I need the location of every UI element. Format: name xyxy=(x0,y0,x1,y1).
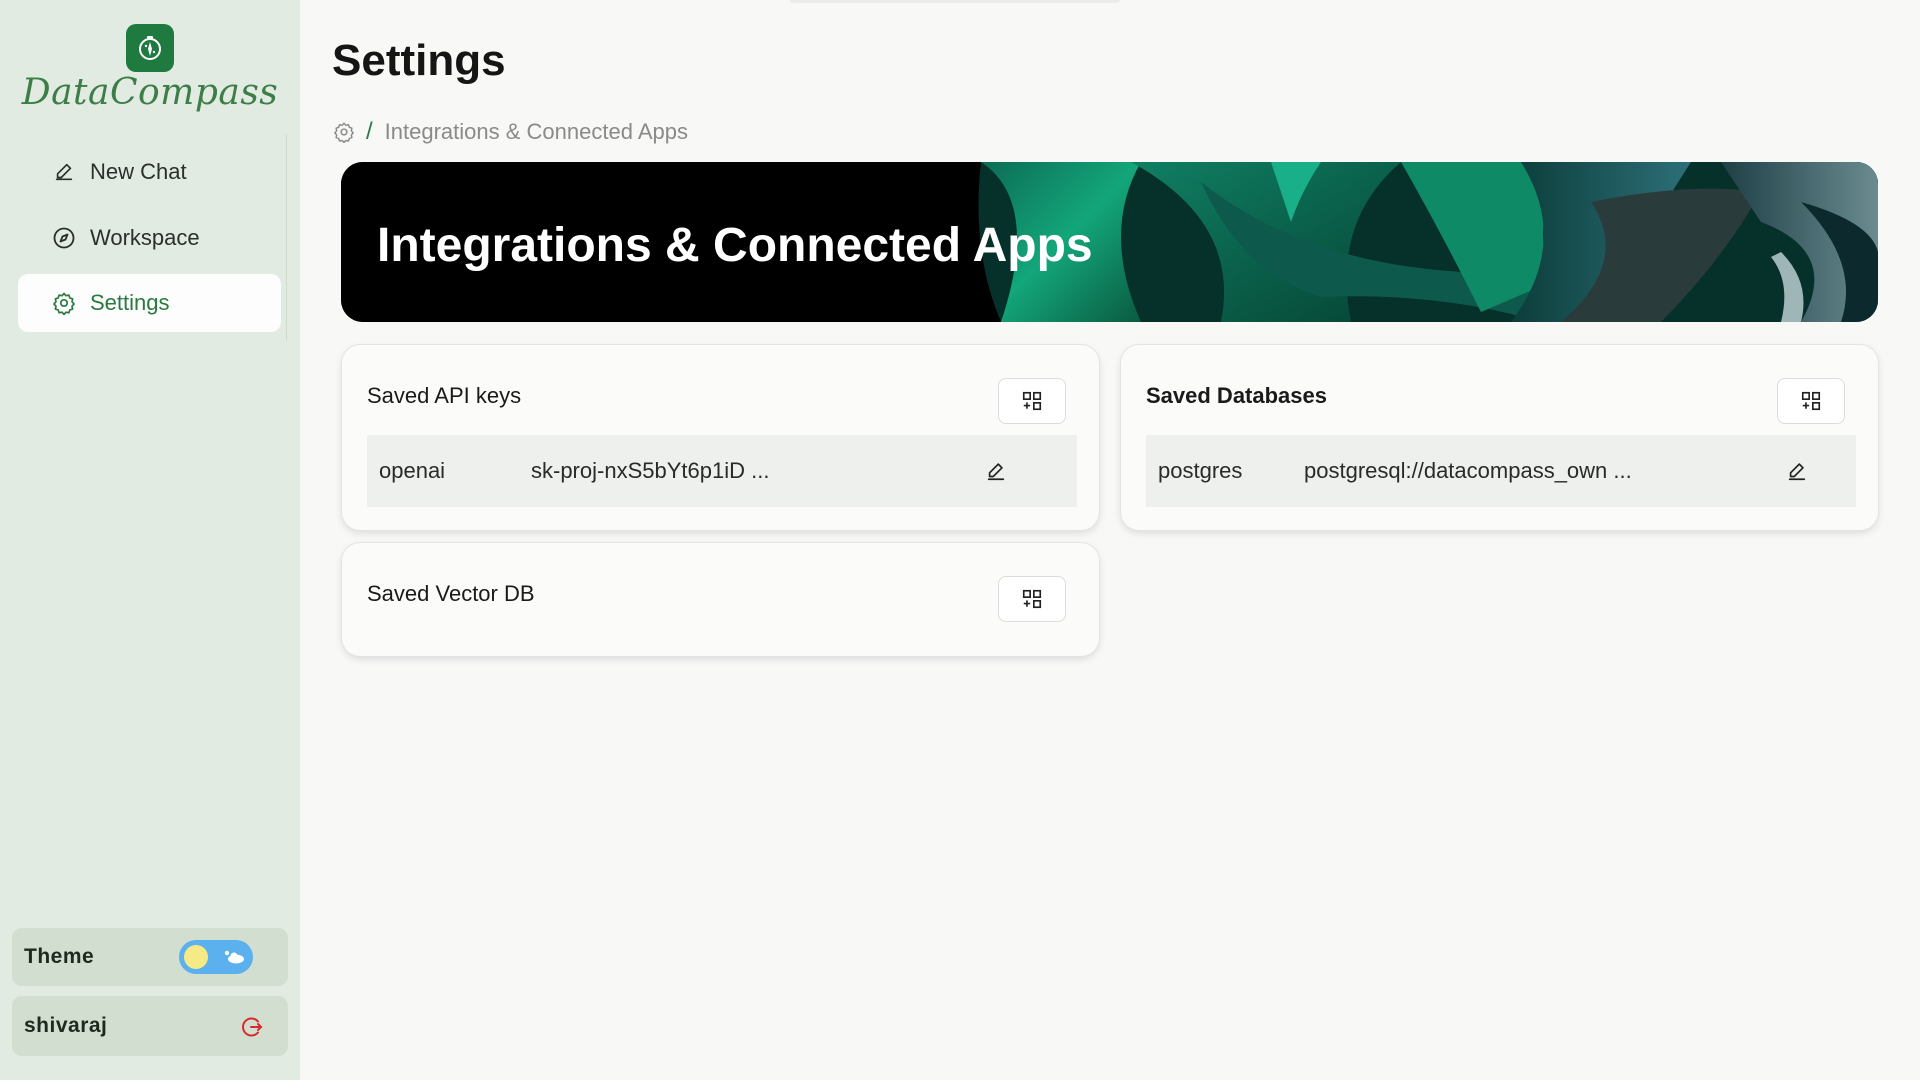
compass-icon xyxy=(52,226,76,250)
item-name: postgres xyxy=(1158,458,1243,483)
theme-panel: Theme xyxy=(12,928,288,986)
logout-icon xyxy=(242,1017,263,1037)
sidebar-item-label: New Chat xyxy=(90,159,187,184)
sidebar-item-label: Settings xyxy=(90,290,170,315)
sidebar-item-workspace[interactable]: Workspace xyxy=(18,209,281,267)
sidebar-item-new-chat[interactable]: New Chat xyxy=(18,143,281,201)
compass-logo-icon xyxy=(139,36,161,60)
sun-icon xyxy=(184,945,208,969)
edit-icon[interactable] xyxy=(1782,456,1812,486)
breadcrumb-gear-icon[interactable] xyxy=(332,120,356,144)
list-item: postgres postgresql://datacompass_own ..… xyxy=(1146,435,1856,507)
databases-card: Saved Databases postgres postgresql://da… xyxy=(1121,345,1878,530)
breadcrumb-current: Integrations & Connected Apps xyxy=(384,119,688,144)
sidebar-item-label: Workspace xyxy=(90,225,200,250)
item-name: openai xyxy=(379,458,446,483)
add-grid-icon xyxy=(1801,391,1821,411)
banner-title: Integrations & Connected Apps xyxy=(377,219,1093,272)
app-logo-text: DataCompass xyxy=(21,72,279,113)
cloud-icon xyxy=(224,950,244,964)
integrations-banner: Integrations & Connected Apps xyxy=(341,162,1878,322)
item-value: postgresql://datacompass_own ... xyxy=(1304,458,1632,483)
add-vector-db-button[interactable] xyxy=(998,576,1066,622)
theme-label: Theme xyxy=(24,945,95,968)
page-title: Settings xyxy=(332,36,506,85)
logo-badge[interactable] xyxy=(126,24,174,72)
pencil-icon xyxy=(52,160,76,184)
user-name: shivaraj xyxy=(24,1014,108,1037)
vector-db-card: Saved Vector DB xyxy=(342,543,1099,656)
add-grid-icon xyxy=(1022,391,1042,411)
user-panel: shivaraj xyxy=(12,996,288,1056)
add-api-key-button[interactable] xyxy=(998,378,1066,424)
list-item: openai sk-proj-nxS5bYt6p1iD ... xyxy=(367,435,1077,507)
item-value: sk-proj-nxS5bYt6p1iD ... xyxy=(531,458,770,483)
sidebar: DataCompass New Chat Workspace Settings xyxy=(0,0,300,1080)
breadcrumb-separator: / xyxy=(366,118,373,145)
theme-toggle[interactable] xyxy=(179,940,253,974)
card-title: Saved Databases xyxy=(1146,383,1327,408)
edit-icon[interactable] xyxy=(981,456,1011,486)
add-grid-icon xyxy=(1022,589,1042,609)
add-database-button[interactable] xyxy=(1777,378,1845,424)
api-keys-card: Saved API keys openai sk-proj-nxS5bYt6p1… xyxy=(342,345,1099,530)
gear-icon xyxy=(52,291,76,315)
sidebar-divider xyxy=(286,135,287,340)
top-handle xyxy=(790,0,1120,3)
card-title: Saved API keys xyxy=(367,383,522,408)
logout-button[interactable] xyxy=(238,1013,266,1041)
sidebar-item-settings[interactable]: Settings xyxy=(18,274,281,332)
breadcrumb: / Integrations & Connected Apps xyxy=(332,118,688,146)
card-title: Saved Vector DB xyxy=(367,581,535,606)
